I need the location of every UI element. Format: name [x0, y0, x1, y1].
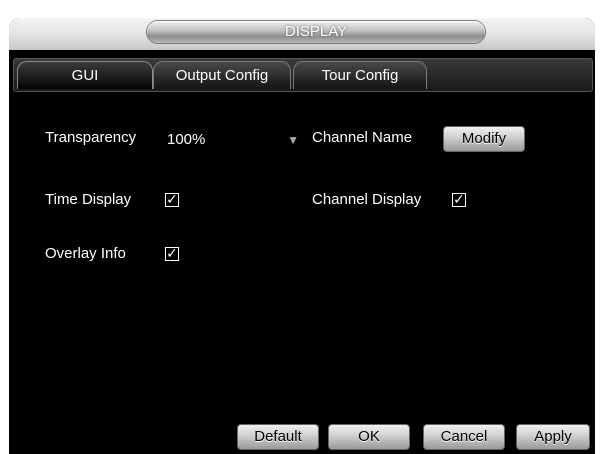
modify-button[interactable]: Modify — [443, 126, 525, 152]
time-display-checkbox[interactable]: ✓ — [165, 192, 179, 207]
channel-display-label: Channel Display — [312, 191, 422, 208]
chevron-down-icon: ▼ — [287, 133, 299, 147]
ok-button[interactable]: OK — [328, 424, 410, 450]
overlay-info-checkbox[interactable]: ✓ — [165, 246, 179, 261]
tab-strip: GUI Output Config Tour Config — [9, 50, 595, 92]
transparency-select[interactable]: 100% ▼ — [163, 127, 303, 151]
tab-output-config[interactable]: Output Config — [153, 61, 291, 89]
display-dialog: DISPLAY GUI Output Config Tour Config Tr… — [9, 18, 595, 454]
default-button[interactable]: Default — [237, 424, 319, 450]
tab-tour-config[interactable]: Tour Config — [293, 61, 427, 89]
time-display-label: Time Display — [45, 191, 132, 208]
overlay-info-label: Overlay Info — [45, 245, 126, 262]
title-bar: DISPLAY — [9, 18, 595, 50]
channel-display-checkbox[interactable]: ✓ — [452, 192, 466, 207]
transparency-label: Transparency — [45, 129, 137, 146]
apply-button[interactable]: Apply — [516, 424, 590, 450]
gui-panel: Transparency 100% ▼ Channel Name Modify … — [9, 92, 595, 454]
channel-name-label: Channel Name — [312, 129, 413, 146]
cancel-button[interactable]: Cancel — [423, 424, 505, 450]
dialog-title: DISPLAY — [147, 21, 485, 43]
transparency-value: 100% — [167, 131, 206, 148]
tab-gui[interactable]: GUI — [17, 61, 153, 89]
